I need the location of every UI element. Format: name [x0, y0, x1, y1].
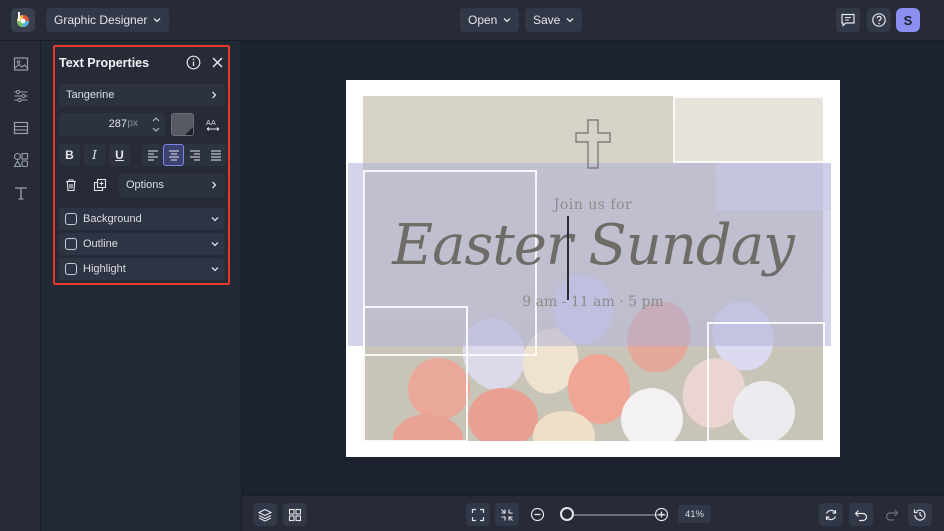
- app-logo[interactable]: [11, 8, 35, 32]
- info-icon[interactable]: [186, 55, 201, 70]
- italic-button[interactable]: I: [84, 144, 105, 166]
- grid-button[interactable]: [283, 503, 307, 526]
- rail-item-graphics[interactable]: [12, 151, 29, 168]
- chevron-right-icon: [212, 91, 217, 99]
- align-left-button[interactable]: [142, 144, 163, 166]
- options-button[interactable]: Options: [119, 173, 225, 197]
- layers-button[interactable]: [253, 503, 277, 526]
- photo-frame: [363, 306, 468, 442]
- font-size-field[interactable]: 287 px: [59, 113, 165, 136]
- letter-spacing-icon: AA: [206, 119, 220, 131]
- align-justify-icon: [210, 150, 221, 161]
- photo-frame: [707, 322, 825, 442]
- zoom-in-icon: [654, 507, 668, 521]
- photo-frame: [673, 96, 825, 163]
- delete-button[interactable]: [59, 173, 83, 197]
- time-text[interactable]: 9 am - 11 am · 5 pm: [0, 294, 944, 310]
- egg: [621, 388, 683, 441]
- redo-button[interactable]: [880, 503, 902, 525]
- alignment-group: [142, 144, 226, 166]
- font-size-value[interactable]: 287: [109, 118, 127, 130]
- stepper-arrows-icon[interactable]: [151, 115, 161, 134]
- svg-text:AA: AA: [206, 119, 216, 127]
- bottom-bar: 41%: [242, 495, 944, 531]
- easter-sunday-text[interactable]: Easter Sunday: [0, 213, 944, 278]
- close-icon[interactable]: [211, 56, 224, 69]
- logo-icon: [17, 12, 29, 27]
- open-label: Open: [468, 13, 498, 27]
- rail-item-adjust[interactable]: [12, 87, 29, 104]
- align-justify-button[interactable]: [205, 144, 226, 166]
- actual-size-button[interactable]: [495, 503, 519, 526]
- chevron-right-icon: [212, 181, 217, 189]
- layers-icon: [258, 508, 272, 522]
- open-button[interactable]: Open: [460, 8, 520, 32]
- rail-item-layout[interactable]: [12, 119, 29, 136]
- align-right-button[interactable]: [184, 144, 205, 166]
- refresh-icon: [825, 509, 837, 520]
- letter-spacing-button[interactable]: AA: [201, 113, 225, 136]
- fit-to-screen-button[interactable]: [466, 503, 490, 526]
- grid-icon: [288, 508, 302, 521]
- align-left-icon: [147, 150, 158, 161]
- app-menu-label: Graphic Designer: [54, 13, 148, 27]
- options-label: Options: [126, 179, 164, 191]
- duplicate-icon: [93, 178, 107, 192]
- history-icon: [913, 508, 926, 521]
- chevron-down-icon: [153, 18, 161, 23]
- undo-button[interactable]: [849, 503, 873, 526]
- image-icon: [13, 56, 28, 71]
- chevron-down-icon: [503, 18, 511, 23]
- chevron-down-icon: [566, 18, 574, 23]
- font-name: Tangerine: [66, 89, 115, 101]
- layout-icon: [13, 121, 28, 134]
- app-menu-dropdown[interactable]: Graphic Designer: [46, 8, 170, 32]
- history-button[interactable]: [908, 503, 932, 526]
- align-right-icon: [189, 150, 200, 161]
- save-label: Save: [533, 13, 561, 27]
- comments-button[interactable]: [836, 8, 860, 32]
- align-center-button[interactable]: [163, 144, 184, 166]
- text-cursor: [567, 216, 569, 300]
- save-button[interactable]: Save: [525, 8, 583, 32]
- shapes-icon: [13, 152, 28, 167]
- zoom-level[interactable]: 41%: [678, 505, 711, 523]
- replace-button[interactable]: [819, 503, 843, 526]
- underline-button[interactable]: U: [109, 144, 130, 166]
- zoom-out-icon: [530, 507, 544, 521]
- user-avatar[interactable]: S: [896, 8, 920, 32]
- swatch-corner: [185, 127, 193, 135]
- zoom-slider-thumb[interactable]: [560, 507, 575, 521]
- top-bar: Graphic Designer Open Save S: [0, 0, 944, 41]
- align-center-icon: [168, 150, 179, 161]
- trash-icon: [66, 179, 76, 192]
- join-us-text[interactable]: Join us for: [0, 197, 944, 213]
- undo-icon: [854, 509, 868, 521]
- font-size-unit: px: [127, 118, 138, 129]
- comment-icon: [841, 13, 855, 27]
- bold-button[interactable]: B: [59, 144, 80, 166]
- text-color-swatch[interactable]: [171, 113, 194, 136]
- zoom-out-button[interactable]: [526, 503, 548, 525]
- rail-item-images[interactable]: [12, 55, 29, 72]
- panel-title: Text Properties: [59, 56, 150, 70]
- help-button[interactable]: [867, 8, 891, 32]
- zoom-in-button[interactable]: [650, 503, 672, 525]
- cross-icon: [575, 119, 611, 169]
- help-icon: [872, 13, 886, 27]
- left-rail: [0, 41, 41, 531]
- redo-icon: [885, 509, 898, 521]
- shrink-icon: [501, 508, 513, 521]
- text-style-group: B I U: [59, 144, 130, 166]
- font-family-selector[interactable]: Tangerine: [59, 84, 225, 106]
- sliders-icon: [14, 89, 27, 102]
- duplicate-button[interactable]: [88, 173, 112, 197]
- expand-icon: [471, 508, 485, 521]
- egg: [468, 388, 538, 441]
